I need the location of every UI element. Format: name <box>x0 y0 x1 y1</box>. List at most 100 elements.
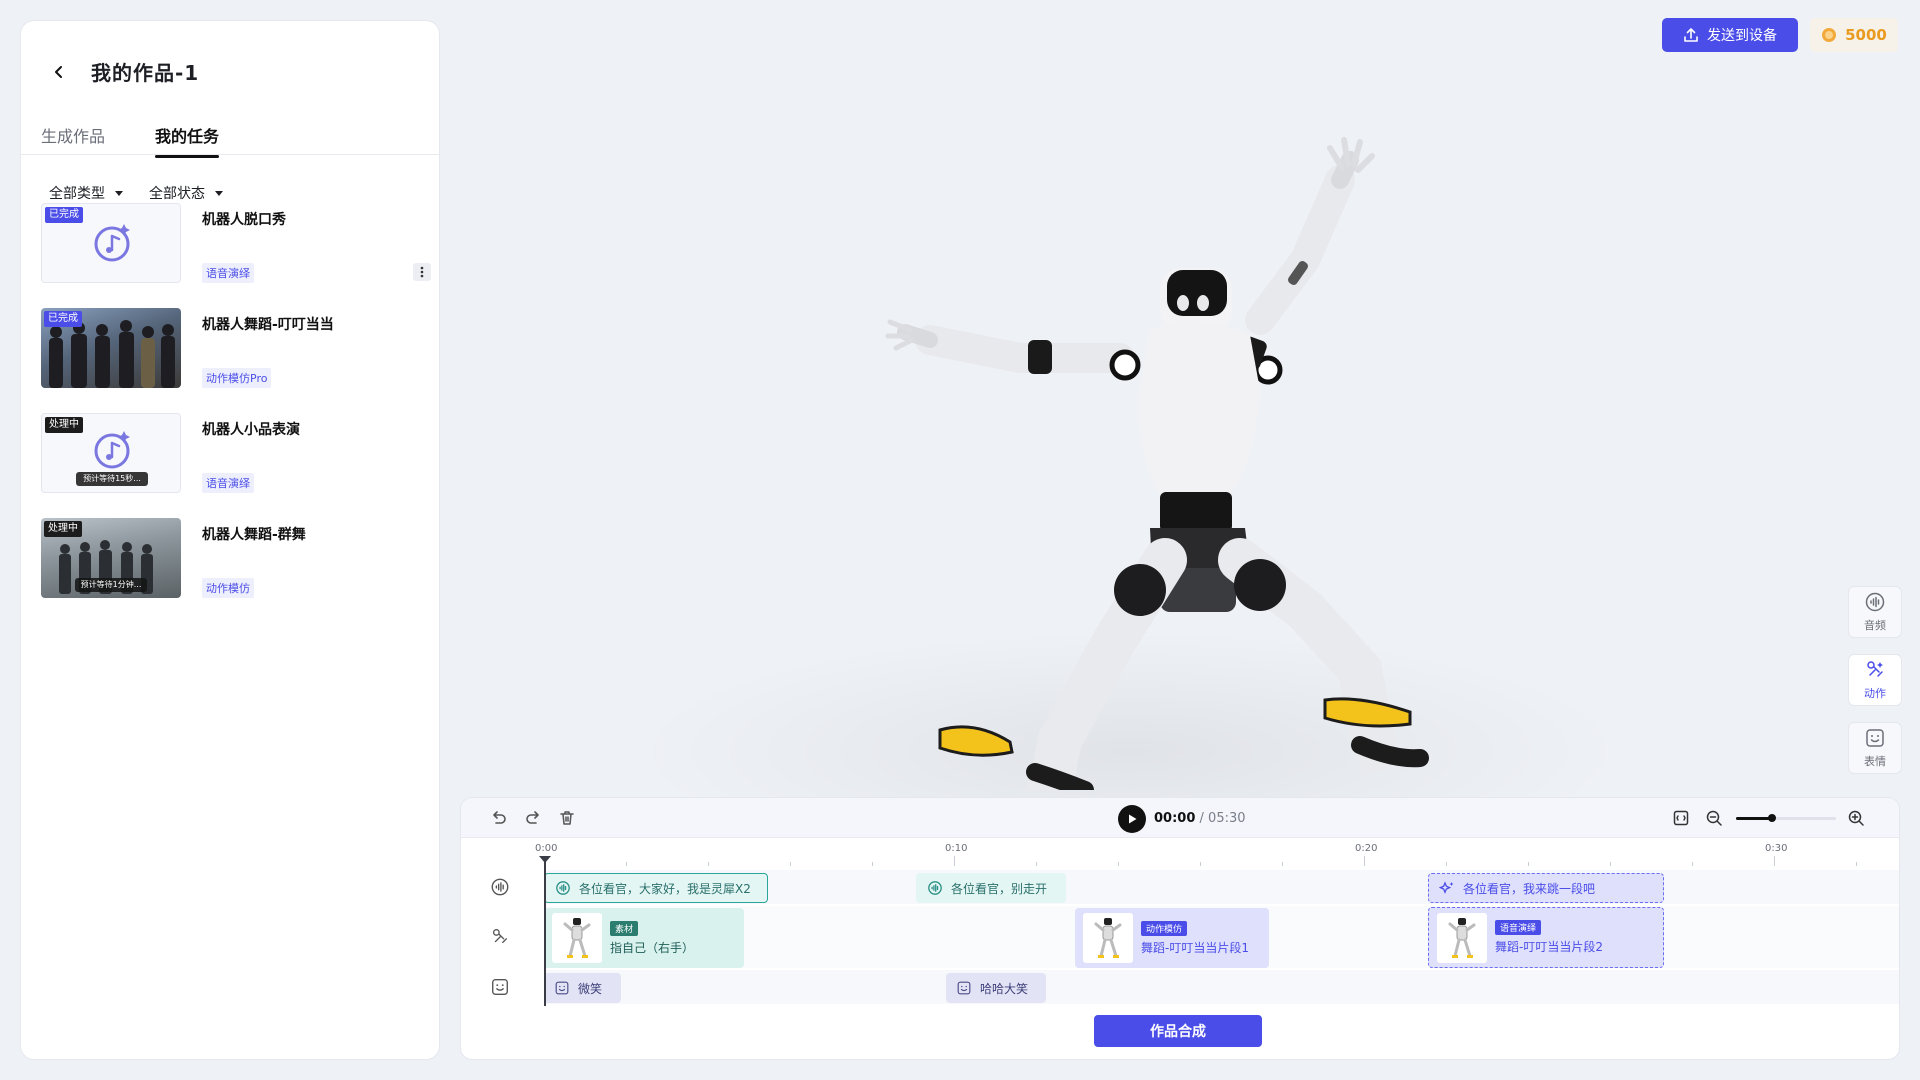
audio-clip[interactable]: 各位看官，别走开 <box>916 873 1066 903</box>
motion-clip-meta: 动作模仿 舞蹈-叮叮当当片段1 <box>1141 920 1249 956</box>
ruler-tick <box>1036 862 1037 866</box>
status-badge: 已完成 <box>44 311 82 327</box>
ruler-tick <box>1774 856 1775 866</box>
tool-audio[interactable]: 音频 <box>1848 586 1902 638</box>
ruler-label: 0:20 <box>1355 843 1378 854</box>
motion-clip[interactable]: 动作模仿 舞蹈-叮叮当当片段1 <box>1075 908 1269 968</box>
fit-screen-icon <box>1673 810 1689 826</box>
zoom-slider[interactable] <box>1736 814 1836 822</box>
ruler-tick <box>1528 862 1529 866</box>
chevron-left-icon <box>55 65 62 78</box>
ruler-label: 0:00 <box>535 843 558 854</box>
play-icon <box>1129 814 1137 824</box>
task-type-tag: 语音演绎 <box>202 473 254 493</box>
motion-track-icon <box>489 926 511 948</box>
ruler-label: 0:30 <box>1765 843 1788 854</box>
smile-icon <box>957 981 971 995</box>
task-title: 机器人舞蹈-叮叮当当 <box>202 317 334 333</box>
type-filter-label: 全部类型 <box>49 186 105 202</box>
sparkle-icon <box>1439 881 1454 894</box>
filter-bar: 全部类型 全部状态 <box>49 183 223 203</box>
ruler-tick <box>708 862 709 866</box>
task-type-tag: 动作模仿 <box>202 578 254 598</box>
send-to-device-label: 发送到设备 <box>1707 28 1777 44</box>
redo-button[interactable] <box>523 808 543 828</box>
tool-emotion[interactable]: 表情 <box>1848 722 1902 774</box>
emotion-clip[interactable]: 哈哈大笑 <box>946 973 1046 1003</box>
task-thumbnail: 已完成 <box>41 308 181 388</box>
tab-bar: 生成作品 我的任务 <box>21 121 439 158</box>
audio-clip[interactable]: 各位看官，大家好，我是灵犀X2 <box>544 873 768 903</box>
tab-generated-works[interactable]: 生成作品 <box>41 123 105 147</box>
status-badge: 处理中 <box>45 417 83 433</box>
trash-icon <box>560 811 574 825</box>
task-type-tag: 动作模仿Pro <box>202 368 272 388</box>
more-options-button[interactable] <box>413 263 431 281</box>
motion-clip[interactable]: 语音演绎 舞蹈-叮叮当当片段2 <box>1428 907 1664 968</box>
task-thumbnail: 已完成 <box>41 203 181 283</box>
smile-icon <box>555 981 569 995</box>
robot-thumb-icon <box>1094 918 1122 958</box>
emotion-clip[interactable]: 微笑 <box>544 973 621 1003</box>
redo-icon <box>526 811 539 824</box>
current-time: 00:00 <box>1154 811 1196 826</box>
ruler-tick <box>1692 862 1693 866</box>
motion-clip-meta: 素材 指自己（右手） <box>610 920 694 956</box>
audio-clip[interactable]: 各位看官，我来跳一段吧 <box>1428 873 1664 903</box>
timeline-toolbar: 00:00 / 05:30 <box>461 798 1899 838</box>
play-button[interactable] <box>1118 805 1146 833</box>
fit-view-button[interactable] <box>1671 808 1691 828</box>
time-display: 00:00 / 05:30 <box>1154 811 1246 826</box>
emotion-clip-text: 哈哈大笑 <box>980 981 1029 996</box>
ruler-tick <box>1364 856 1365 866</box>
ruler-tick <box>626 862 627 866</box>
coin-count: 5000 <box>1845 26 1887 44</box>
emotion-clip-text: 微笑 <box>578 981 603 996</box>
zoom-in-button[interactable] <box>1846 808 1866 828</box>
coin-icon <box>1822 28 1837 42</box>
motion-icon <box>492 929 508 944</box>
motion-thumbnail <box>552 913 602 963</box>
back-button[interactable] <box>49 62 69 82</box>
caret-down-icon <box>215 190 223 196</box>
motion-clip-meta: 语音演绎 舞蹈-叮叮当当片段2 <box>1495 920 1603 955</box>
task-title: 机器人小品表演 <box>202 422 300 438</box>
ruler-tick <box>1446 862 1447 866</box>
motion-clip[interactable]: 素材 指自己（右手） <box>544 908 744 968</box>
motion-clip-name: 舞蹈-叮叮当当片段2 <box>1495 940 1603 954</box>
audio-track-icon <box>489 876 511 898</box>
tool-motion[interactable]: 动作 <box>1848 654 1902 706</box>
send-to-device-button[interactable]: 发送到设备 <box>1662 18 1798 52</box>
undo-button[interactable] <box>489 808 509 828</box>
tab-my-tasks[interactable]: 我的任务 <box>155 123 220 158</box>
timeline-panel: 00:00 / 05:30 0:00 0:10 0:20 0:30 各位看官，大… <box>460 797 1900 1060</box>
ruler-tick <box>954 856 955 866</box>
task-item[interactable]: 处理中 预计等待15秒... 机器人小品表演 语音演绎 <box>41 413 431 495</box>
task-item[interactable]: 已完成 机器人舞蹈-叮叮当当 动作模仿Pro <box>41 308 431 390</box>
robot-thumb-icon <box>563 918 591 958</box>
time-ruler: 0:00 0:10 0:20 0:30 <box>461 838 1899 868</box>
type-filter-dropdown[interactable]: 全部类型 <box>49 183 123 203</box>
audio-clip-text: 各位看官，别走开 <box>951 881 1048 896</box>
playhead[interactable] <box>539 856 551 1006</box>
delete-button[interactable] <box>557 808 577 828</box>
coin-balance: 5000 <box>1810 18 1898 52</box>
task-item[interactable]: 处理中 预计等待1分钟... 机器人舞蹈-群舞 动作模仿 <box>41 518 431 600</box>
zoom-out-button[interactable] <box>1704 808 1724 828</box>
compose-work-button[interactable]: 作品合成 <box>1094 1015 1262 1047</box>
emotion-icon <box>492 979 508 995</box>
emotion-track-icon <box>489 976 511 998</box>
audio-wave-icon <box>556 881 570 895</box>
zoom-slider-fill <box>1736 817 1772 820</box>
task-title: 机器人脱口秀 <box>202 212 286 228</box>
zoom-out-icon <box>1706 810 1722 826</box>
tool-motion-label: 动作 <box>1864 687 1886 700</box>
task-panel: 我的作品-1 生成作品 我的任务 全部类型 全部状态 已完成 机器人脱口秀 语音… <box>20 20 440 1060</box>
ruler-tick <box>1610 862 1611 866</box>
audio-wave-icon <box>928 881 942 895</box>
task-thumbnail: 处理中 预计等待15秒... <box>41 413 181 493</box>
task-item[interactable]: 已完成 机器人脱口秀 语音演绎 <box>41 203 431 285</box>
status-filter-dropdown[interactable]: 全部状态 <box>149 183 223 203</box>
zoom-slider-handle[interactable] <box>1768 814 1776 822</box>
robot-thumb-icon <box>1448 917 1476 958</box>
